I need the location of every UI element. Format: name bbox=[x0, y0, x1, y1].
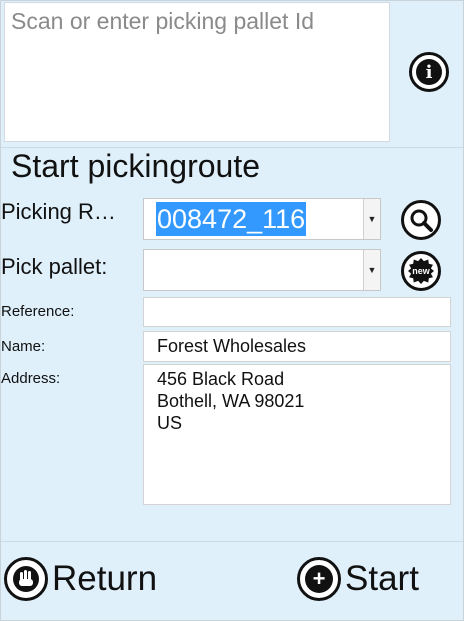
pick-pallet-combo[interactable]: ▼ bbox=[143, 249, 381, 291]
reference-label: Reference: bbox=[1, 303, 75, 320]
info-icon: i bbox=[416, 59, 442, 85]
name-label: Name: bbox=[1, 338, 46, 355]
pick-pallet-dropdown-arrow-icon[interactable]: ▼ bbox=[363, 250, 380, 290]
new-badge-icon: new bbox=[408, 258, 434, 284]
scan-pallet-placeholder: Scan or enter picking pallet Id bbox=[11, 8, 315, 34]
name-field[interactable]: Forest Wholesales bbox=[143, 331, 451, 362]
start-button[interactable]: + Start bbox=[297, 557, 419, 601]
address-field[interactable]: 456 Black Road Bothell, WA 98021 US bbox=[143, 364, 451, 505]
return-button[interactable]: Return bbox=[4, 557, 157, 601]
picking-screen: Scan or enter picking pallet Id i Start … bbox=[0, 0, 464, 621]
hand-stop-icon-shape bbox=[13, 566, 39, 592]
hand-stop-icon bbox=[4, 557, 48, 601]
footer-divider bbox=[1, 541, 463, 542]
pick-pallet-value-box bbox=[144, 250, 363, 290]
search-icon bbox=[410, 209, 433, 232]
name-value: Forest Wholesales bbox=[157, 336, 307, 356]
new-pallet-button[interactable]: new bbox=[401, 251, 441, 291]
page-title: Start pickingroute bbox=[11, 148, 261, 184]
picking-route-dropdown-arrow-icon[interactable]: ▼ bbox=[363, 199, 380, 239]
reference-field[interactable] bbox=[143, 297, 451, 327]
address-line-1: 456 Black Road bbox=[157, 369, 285, 389]
address-line-2: Bothell, WA 98021 bbox=[157, 391, 305, 411]
info-button[interactable]: i bbox=[409, 52, 449, 92]
picking-route-value: 008472_116 bbox=[156, 202, 307, 236]
search-button[interactable] bbox=[401, 200, 441, 240]
address-line-3: US bbox=[157, 413, 183, 433]
picking-route-label: Picking R… bbox=[1, 199, 116, 224]
scan-pallet-input[interactable]: Scan or enter picking pallet Id bbox=[4, 2, 390, 142]
start-label: Start bbox=[345, 559, 419, 598]
plus-icon: + bbox=[297, 557, 341, 601]
pick-pallet-label: Pick pallet: bbox=[1, 254, 108, 279]
address-label: Address: bbox=[1, 370, 61, 387]
return-label: Return bbox=[52, 559, 158, 598]
picking-route-value-box: 008472_116 bbox=[144, 199, 363, 239]
picking-route-combo[interactable]: 008472_116 ▼ bbox=[143, 198, 381, 240]
plus-icon-glyph: + bbox=[305, 565, 333, 593]
